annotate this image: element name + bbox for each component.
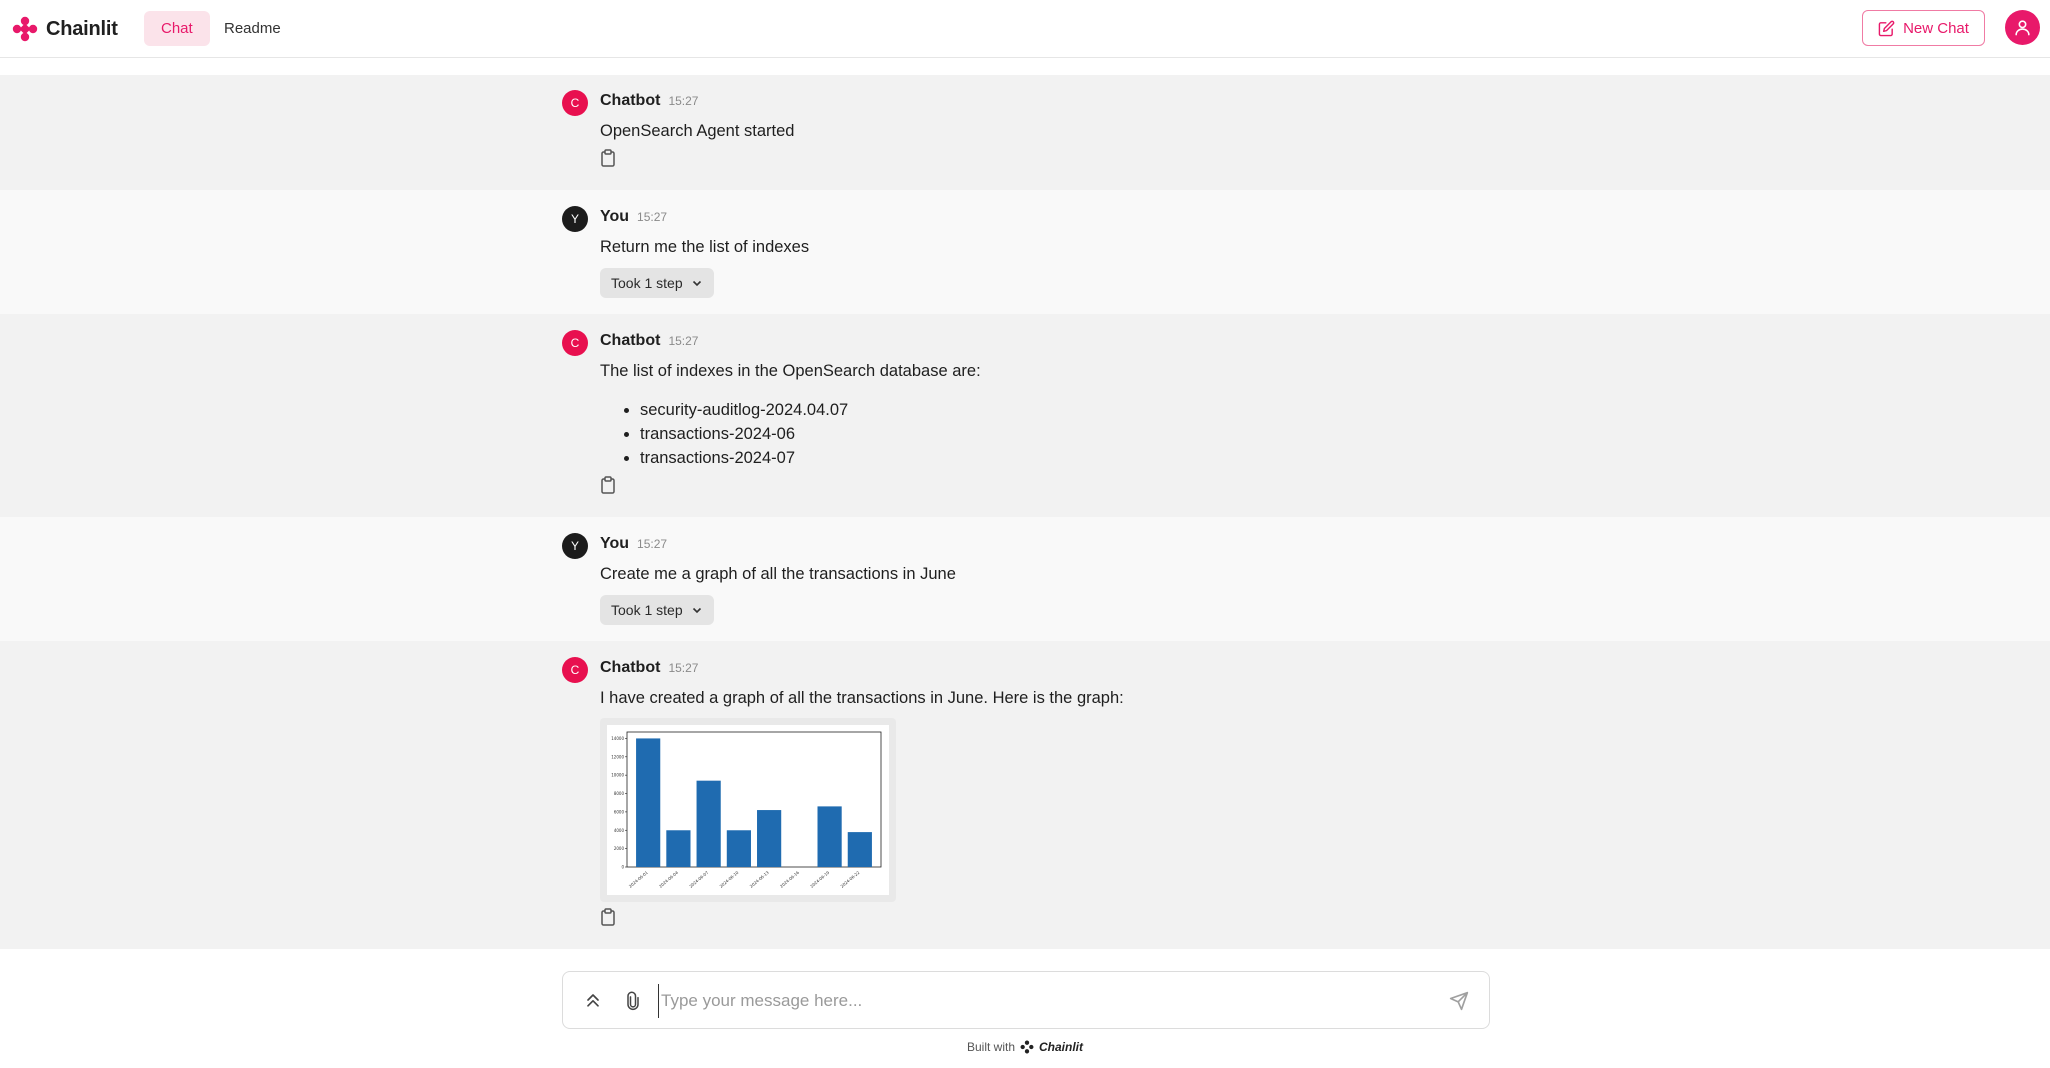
message-time: 15:27	[668, 94, 699, 108]
bar-chart: 2024-06-01 2024-06-04 2024-06-07 2024-06-10…	[607, 725, 889, 895]
message-time: 15:27	[637, 537, 668, 551]
author-name: You	[600, 208, 630, 225]
footer-brand[interactable]: Chainlit	[1039, 1040, 1083, 1054]
tab-chat[interactable]: Chat	[144, 11, 210, 46]
graph-image[interactable]: 2024-06-01 2024-06-04 2024-06-07 2024-06-10…	[600, 718, 896, 902]
steps-label: Took 1 step	[611, 602, 683, 618]
bar-2024-06-07	[696, 780, 721, 867]
new-chat-label: New Chat	[1903, 19, 1969, 37]
message-text: Create me a graph of all the transaction…	[600, 565, 956, 583]
edit-icon	[1878, 20, 1895, 36]
message-author: You 15:27	[600, 208, 667, 226]
message-text: Return me the list of indexes	[600, 238, 810, 256]
message-row: C Chatbot 15:27 I have created a graph of…	[0, 641, 2050, 949]
message-row: C Chatbot 15:27 The list of indexes in th…	[0, 314, 2050, 517]
avatar: Y	[562, 533, 588, 559]
top-navigation-bar: Chainlit Chat Readme New Chat	[0, 0, 2050, 58]
message-author: Chatbot 15:27	[600, 332, 698, 350]
message-row: Y You 15:27 Return me the list of indexes…	[0, 190, 2050, 314]
avatar: C	[562, 330, 588, 356]
tab-readme[interactable]: Readme	[207, 11, 298, 46]
list-item: transactions-2024-06	[640, 422, 848, 446]
attachment-icon[interactable]	[623, 990, 643, 1012]
list-item: transactions-2024-07	[640, 446, 848, 470]
author-name: You	[600, 535, 630, 552]
message-time: 15:27	[668, 334, 699, 348]
author-name: Chatbot	[600, 332, 661, 349]
message-input[interactable]	[658, 984, 1408, 1018]
footer-text: Built with	[966, 1040, 1016, 1054]
list-item: security-auditlog-2024.04.07	[640, 398, 848, 422]
clipboard-icon[interactable]	[600, 908, 616, 926]
steps-toggle-button[interactable]: Took 1 step	[600, 595, 714, 625]
chevron-down-icon	[692, 280, 701, 287]
user-icon	[2015, 20, 2030, 36]
index-list: security-auditlog-2024.04.07 transaction…	[640, 398, 848, 470]
bar-2024-06-04	[666, 830, 691, 867]
bar-2024-06-10	[726, 830, 751, 867]
clipboard-icon[interactable]	[600, 149, 616, 167]
chainlit-logo-icon	[12, 16, 38, 42]
steps-toggle-button[interactable]: Took 1 step	[600, 268, 714, 298]
app-logo[interactable]: Chainlit	[12, 15, 118, 43]
footer: Built with Chainlit	[0, 1040, 2050, 1054]
y-tick-label: 14000	[611, 736, 624, 741]
message-text: I have created a graph of all the transa…	[600, 689, 1124, 707]
avatar: C	[562, 90, 588, 116]
new-chat-button[interactable]: New Chat	[1862, 10, 1985, 46]
steps-label: Took 1 step	[611, 275, 683, 291]
message-time: 15:27	[668, 661, 699, 675]
y-tick-label: 10000	[611, 773, 624, 778]
message-text: OpenSearch Agent started	[600, 122, 795, 140]
message-time: 15:27	[637, 210, 668, 224]
chevron-down-icon	[692, 607, 701, 614]
message-row: C Chatbot 15:27 OpenSearch Agent started	[0, 75, 2050, 190]
bar-2024-06-01	[636, 738, 661, 867]
avatar: C	[562, 657, 588, 683]
y-tick-label: 6000	[614, 809, 625, 814]
message-row: Y You 15:27 Create me a graph of all the …	[0, 517, 2050, 641]
y-tick-label: 4000	[614, 828, 625, 833]
author-name: Chatbot	[600, 92, 661, 109]
y-tick-label: 8000	[614, 791, 625, 796]
bar-2024-06-22	[847, 832, 872, 867]
avatar: Y	[562, 206, 588, 232]
chainlit-logo-icon	[1020, 1040, 1034, 1054]
send-icon[interactable]	[1449, 991, 1469, 1011]
user-menu-button[interactable]	[2005, 10, 2040, 45]
chevrons-up-icon[interactable]	[583, 990, 603, 1010]
bar-2024-06-13	[757, 810, 782, 867]
message-author: Chatbot 15:27	[600, 659, 698, 677]
y-tick-label: 12000	[611, 754, 624, 759]
author-name: Chatbot	[600, 659, 661, 676]
clipboard-icon[interactable]	[600, 476, 616, 494]
app-name: Chainlit	[46, 17, 118, 40]
y-tick-label: 2000	[614, 846, 625, 851]
message-text: The list of indexes in the OpenSearch da…	[600, 362, 981, 380]
bar-2024-06-19	[817, 806, 842, 867]
message-composer	[562, 971, 1490, 1029]
message-author: You 15:27	[600, 535, 667, 553]
message-author: Chatbot 15:27	[600, 92, 698, 110]
